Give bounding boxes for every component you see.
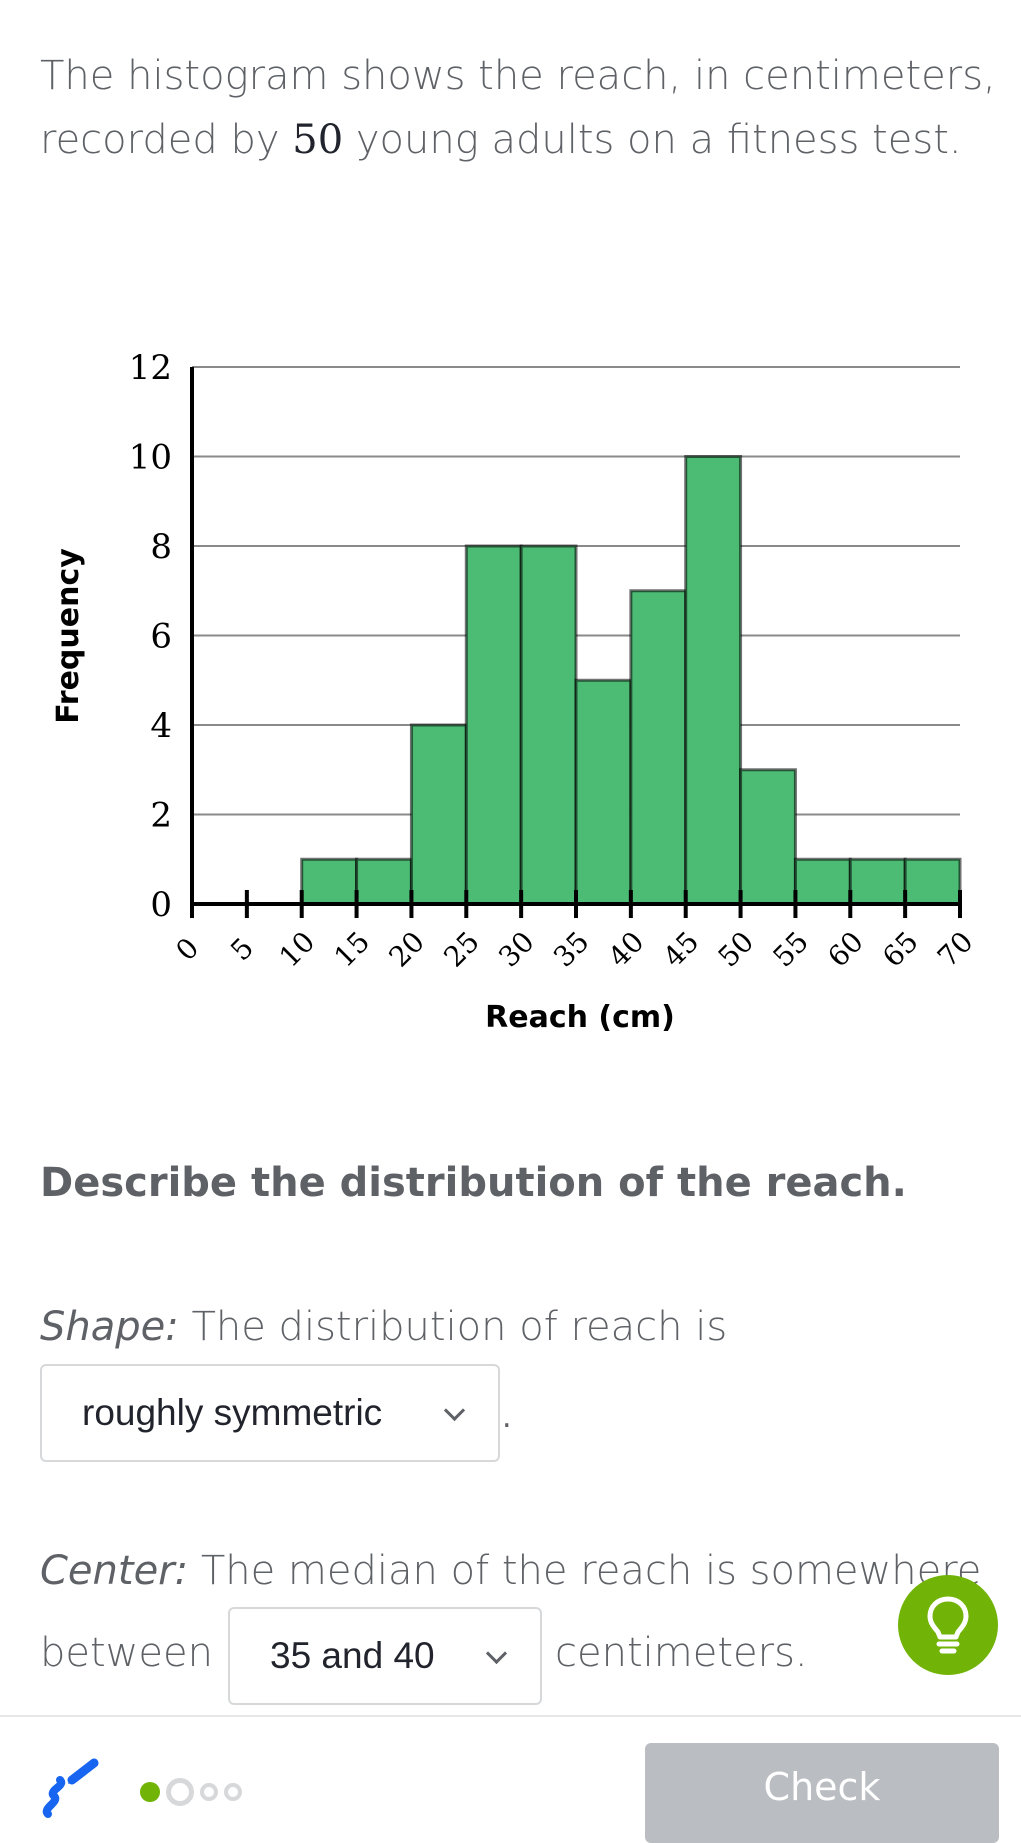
y-tick-labels: 0 2 4 6 8 10 12: [129, 348, 172, 925]
histogram-bar: [300, 857, 359, 906]
x-tick-label: 5: [224, 931, 260, 967]
histogram-bar: [409, 723, 468, 906]
y-tick-label: 2: [150, 796, 172, 836]
histogram-chart: 024681012 0 5 10 15 20 25 30 35 40 45 50 55 60 65 70 F…: [51, 348, 980, 1035]
y-tick-label: 6: [150, 617, 172, 657]
check-button[interactable]: Check: [645, 1743, 999, 1843]
x-axis-label: Reach (cm): [485, 1000, 675, 1035]
x-tick-label: 45: [657, 925, 706, 974]
shape-line: Shape: The distribution of reach is: [40, 1304, 727, 1350]
x-tick-label: 55: [766, 925, 815, 974]
problem-intro: The histogram shows the reach, in centim…: [40, 44, 1000, 172]
progress-dot: [224, 1783, 242, 1801]
center-dropdown[interactable]: 35 and 40: [228, 1607, 542, 1705]
histogram-bar: [793, 857, 852, 906]
question-prompt: Describe the distribution of the reach.: [40, 1160, 907, 1206]
chevron-down-icon: [443, 1399, 466, 1422]
y-tick-label: 12: [129, 348, 172, 388]
chevron-down-icon: [485, 1642, 508, 1665]
progress-dot-complete: [140, 1782, 160, 1802]
shape-text: The distribution of reach is: [178, 1304, 728, 1350]
progress-dot: [200, 1783, 218, 1801]
scratchpad-icon[interactable]: [38, 1758, 102, 1822]
histogram-bar: [739, 768, 797, 906]
center-text: The median of the reach is somewhere: [188, 1548, 982, 1594]
y-tick-label: 10: [129, 438, 172, 478]
histogram-bar: [574, 678, 633, 906]
lightbulb-icon: [927, 1596, 969, 1654]
histogram-bar: [684, 455, 743, 906]
center-dropdown-value: 35 and 40: [270, 1635, 435, 1676]
y-axis-label: Frequency: [51, 548, 86, 724]
histogram-bar: [519, 544, 578, 906]
center-between: between: [40, 1630, 213, 1676]
x-tick-label: 20: [382, 925, 431, 974]
y-tick-label: 0: [150, 885, 172, 925]
x-tick-label: 10: [273, 925, 322, 974]
x-tick-label: 50: [712, 925, 761, 974]
x-tick-label: 15: [328, 925, 377, 974]
y-tick-label: 8: [150, 527, 172, 567]
histogram-bar: [629, 589, 688, 906]
histogram-bar: [355, 857, 413, 906]
x-tick-label: 0: [169, 931, 205, 967]
center-label: Center:: [40, 1548, 189, 1594]
histogram-bar: [848, 857, 907, 906]
histogram-bars: [300, 455, 962, 906]
x-tick-label: 70: [931, 925, 980, 974]
x-tick-label: 30: [492, 925, 541, 974]
intro-count: 50: [292, 117, 344, 163]
center-suffix: centimeters.: [555, 1630, 808, 1676]
shape-dropdown[interactable]: roughly symmetric: [40, 1364, 500, 1462]
progress-dot-current: [166, 1778, 194, 1806]
x-tick-label: 35: [547, 925, 596, 974]
shape-label: Shape:: [40, 1304, 179, 1350]
x-tick-labels: 0 5 10 15 20 25 30 35 40 45 50 55 60 65 70: [169, 925, 979, 974]
shape-dropdown-value: roughly symmetric: [82, 1392, 383, 1433]
footer-divider: [0, 1715, 1021, 1717]
x-tick-label: 65: [876, 925, 925, 974]
histogram-bar: [464, 544, 523, 906]
x-tick-label: 60: [821, 925, 870, 974]
shape-period: .: [502, 1400, 512, 1435]
center-line: Center: The median of the reach is somew…: [40, 1548, 981, 1594]
x-tick-label: 40: [602, 925, 651, 974]
hint-button[interactable]: [898, 1575, 998, 1675]
histogram-bar: [903, 857, 962, 906]
y-tick-label: 4: [150, 706, 172, 746]
progress-dots: [140, 1778, 242, 1806]
x-tick-label: 25: [437, 925, 486, 974]
intro-text-2: young adults on a fitness test.: [343, 117, 962, 163]
